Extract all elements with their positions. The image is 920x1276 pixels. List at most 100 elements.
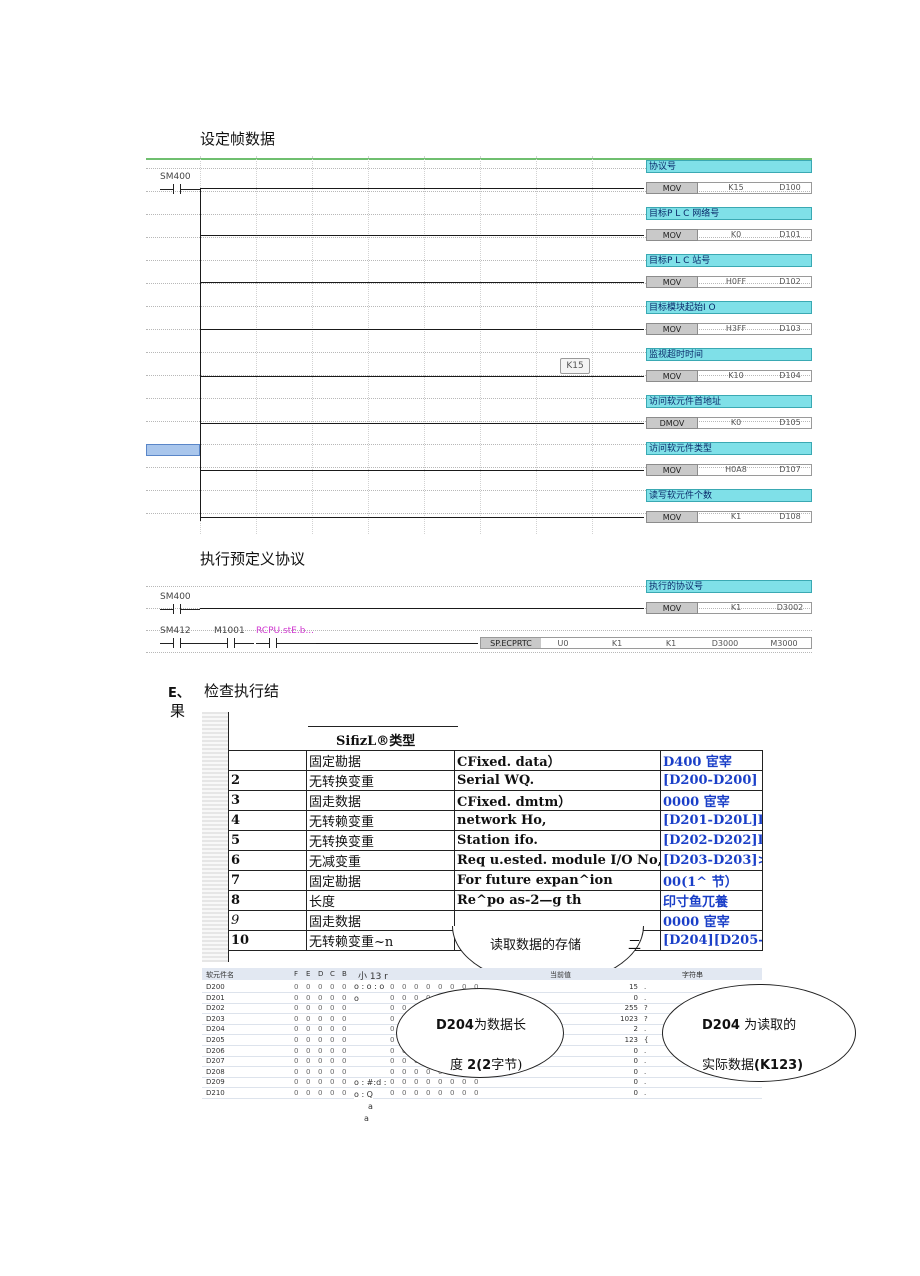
instruction-mov[interactable]: MOV K1 D108: [646, 511, 812, 523]
row-kind: 无减变重: [306, 850, 455, 871]
device-value: 0: [633, 1078, 638, 1087]
device-value: 0: [633, 1089, 638, 1097]
bit-cell: 0: [342, 1025, 347, 1034]
bit-cell: 0: [330, 993, 335, 1002]
device-name: D202: [206, 1004, 225, 1013]
device-name: D208: [206, 1067, 225, 1076]
grid-column: [312, 156, 313, 534]
table-row: 固定勘据 CFixed. data） D400 宦宰: [228, 750, 763, 771]
row-kind: 无转换变重: [306, 830, 455, 851]
table-header-title: SifizL®类型: [336, 734, 416, 749]
device-name: D209: [206, 1078, 225, 1087]
row-kind: 无转赖变重: [306, 810, 455, 831]
noise-text: o : o : o: [354, 982, 385, 991]
instruction-mov[interactable]: MOV H3FF D103: [646, 323, 812, 335]
table-row: 6 无减变重 Req u.ested. module I/O No, [D203-D2…: [228, 850, 763, 871]
row-kind: 固定勘据: [306, 870, 455, 891]
instruction-opcode: MOV: [646, 370, 698, 382]
bit-cell: 0: [438, 1089, 443, 1097]
section-heading-check-cont: 果: [170, 702, 186, 720]
contact-rcpu-ste[interactable]: RCPU.stE.b...: [256, 626, 317, 652]
instruction-source: K1: [730, 512, 742, 521]
row-number: 3: [228, 790, 307, 811]
bit-cell: 0: [306, 1078, 311, 1087]
bit-cell: 0: [342, 1067, 347, 1076]
callout-storage-text: 读取数据的存储: [490, 938, 582, 953]
monitor-col-value: 当前值: [550, 971, 571, 979]
bit-cell: 0: [294, 1078, 299, 1087]
instruction-source: H3FF: [725, 324, 747, 333]
comment-label: 目标模块起始I O: [646, 301, 812, 314]
row-device: 00(1^ 节）: [660, 870, 763, 891]
instruction-source: K0: [730, 230, 742, 239]
instruction-dest: D3002: [776, 603, 804, 612]
contact-m1001[interactable]: M1001: [200, 626, 254, 652]
device-string: .: [644, 1078, 647, 1087]
device-name: D207: [206, 1057, 225, 1066]
definition-rows: 固定勘据 CFixed. data） D400 宦宰 2 无转换变重 Serial WQ.…: [228, 750, 763, 951]
bit-cell: 0: [318, 1067, 323, 1076]
bit-cell: 0: [462, 1089, 467, 1097]
device-string: {: [644, 1036, 649, 1044]
device-name: D201: [206, 993, 225, 1002]
callout-desc: 度: [450, 1058, 464, 1073]
bit-cell: 0: [342, 993, 347, 1002]
bit-cell: 0: [318, 1014, 323, 1023]
bit-cell: 0: [306, 1025, 311, 1034]
grid-column: [536, 156, 537, 534]
instruction-sp-ecprtc[interactable]: SP.ECPRTC U0 K1 K1 D3000 M3000: [480, 637, 812, 649]
bit-cell: 0: [342, 1057, 347, 1066]
comment-label: 访问软元件类型: [646, 442, 812, 455]
contact-sm412[interactable]: SM412: [160, 626, 200, 652]
monitor-row: D210 0 0 0 0 0 0 0 0 0 0 0 0 0 0.: [202, 1088, 762, 1099]
instruction-mov[interactable]: MOV K0 D101: [646, 229, 812, 241]
row-number: 10: [228, 930, 307, 951]
instruction-source: K0: [730, 418, 742, 427]
bit-cell: 0: [318, 1078, 323, 1087]
bit-cell: 0: [342, 1078, 347, 1087]
bit-cell: 0: [402, 1057, 407, 1066]
contact-sm400[interactable]: SM400: [160, 172, 200, 198]
bit-cell: 0: [330, 1067, 335, 1076]
bit-cell: 0: [342, 1004, 347, 1013]
device-name: D205: [206, 1036, 225, 1044]
bit-cell: 0: [318, 1025, 323, 1034]
bit-header: B: [342, 970, 347, 978]
bit-cell: 0: [294, 1004, 299, 1013]
callout-value: 2(2: [467, 1058, 492, 1073]
bit-cell: 0: [330, 1046, 335, 1055]
instruction-mov[interactable]: MOV K15 D100: [646, 182, 812, 194]
instruction-source: K1: [730, 603, 742, 612]
contact-wire-left: [160, 609, 173, 610]
callout-text: D204 为读取的: [702, 1014, 796, 1033]
contact-label: SM400: [160, 592, 191, 602]
instruction-mov[interactable]: MOV K10 D104: [646, 370, 812, 382]
callout-desc: 为读取的: [744, 1018, 797, 1033]
bit-cell: 0: [294, 993, 299, 1002]
callout-text: D204为数据长: [436, 1014, 526, 1033]
instruction-mov[interactable]: MOV H0FF D102: [646, 276, 812, 288]
instruction-mov[interactable]: MOV H0A8 D107: [646, 464, 812, 476]
comment-label: 协议号: [646, 160, 812, 173]
bit-cell: 0: [330, 1089, 335, 1097]
bit-cell: 0: [306, 1089, 311, 1097]
bit-cell: 0: [306, 1046, 311, 1055]
comment-protocol-no: 执行的协议号: [646, 580, 812, 593]
bit-cell: 0: [390, 983, 395, 991]
bit-cell: 0: [318, 993, 323, 1002]
row-number: 2: [228, 770, 307, 791]
bit-cell: 0: [414, 1089, 419, 1097]
row-kind: 无转赖变重~n: [306, 930, 455, 951]
bit-cell: 0: [294, 1036, 299, 1044]
instruction-dmov[interactable]: DMOV K0 D105: [646, 417, 812, 429]
instruction-opcode: MOV: [646, 602, 698, 614]
bit-cell: 0: [390, 1057, 395, 1066]
bit-cell: 0: [330, 1057, 335, 1066]
row-device: [D202-D202]I: [660, 830, 763, 851]
callout-unit: 字节): [491, 1058, 523, 1073]
instruction-opcode: MOV: [646, 229, 698, 241]
contact-sm400[interactable]: SM400: [160, 592, 200, 618]
instruction-mov[interactable]: MOV K1 D3002: [646, 602, 812, 614]
ladder-diagram-frame-setup: SM400 K15 协议号 MOV K15 D100 目标P L C 网络号 MOV K0 D…: [146, 156, 812, 534]
instruction-dest: D102: [779, 277, 801, 286]
